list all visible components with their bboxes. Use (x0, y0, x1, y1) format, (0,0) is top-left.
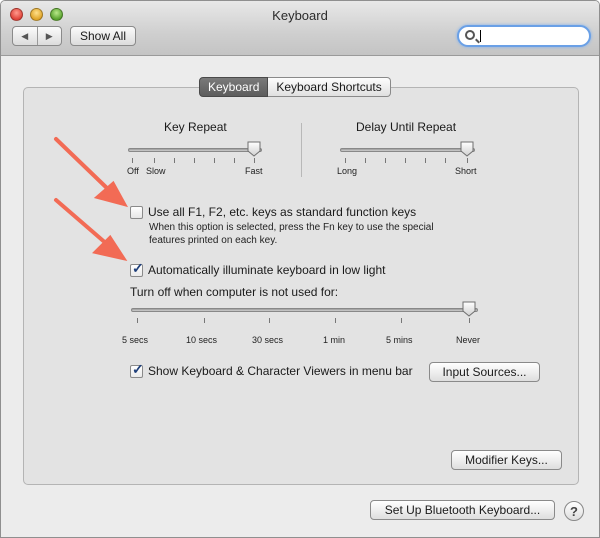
delay-until-repeat-title: Delay Until Repeat (356, 120, 457, 134)
key-repeat-slow-label: Slow (146, 166, 166, 176)
timeout-track (131, 308, 478, 312)
show-viewers-checkbox[interactable]: ✓ (130, 361, 144, 378)
tick (365, 158, 366, 163)
tick (425, 158, 426, 163)
function-keys-description: When this option is selected, press the … (149, 221, 434, 247)
window-title: Keyboard (272, 8, 328, 23)
bluetooth-keyboard-button[interactable]: Set Up Bluetooth Keyboard... (370, 500, 555, 520)
forward-arrow-icon[interactable]: ▶ (38, 27, 62, 45)
tick (385, 158, 386, 163)
tick (405, 158, 406, 163)
tick (345, 158, 346, 163)
description-line: features printed on each key. (149, 235, 278, 246)
illuminate-checkbox[interactable]: ✓ (130, 260, 144, 277)
tick (335, 318, 336, 323)
delay-long-label: Long (337, 166, 358, 176)
tick (467, 158, 468, 163)
key-repeat-thumb[interactable] (247, 141, 261, 157)
show-all-button[interactable]: Show All (70, 26, 136, 46)
checkmark-icon: ✓ (132, 361, 144, 377)
tick (194, 158, 195, 163)
tick (174, 158, 175, 163)
tick (269, 318, 270, 323)
function-keys-label[interactable]: Use all F1, F2, etc. keys as standard fu… (148, 205, 416, 219)
delay-track (340, 148, 475, 152)
search-icon (465, 30, 475, 40)
timeout-tick-label: 1 min (323, 335, 346, 345)
back-arrow-icon[interactable]: ◀ (13, 27, 38, 45)
tick (445, 158, 446, 163)
modifier-keys-button[interactable]: Modifier Keys... (451, 450, 562, 470)
tick (234, 158, 235, 163)
tick (154, 158, 155, 163)
input-sources-button[interactable]: Input Sources... (429, 362, 540, 382)
turn-off-label: Turn off when computer is not used for: (130, 285, 339, 299)
timeout-tick-label: Never (456, 335, 481, 345)
help-button[interactable]: ? (564, 501, 584, 521)
key-repeat-off-label: Off (127, 166, 139, 176)
keyboard-preferences-window: Keyboard ◀ ▶ Show All Keyboard Keyboard … (0, 0, 600, 538)
tick (204, 318, 205, 323)
tab-keyboard[interactable]: Keyboard (199, 77, 269, 97)
key-repeat-title: Key Repeat (164, 120, 227, 134)
description-line: When this option is selected, press the … (149, 222, 434, 233)
back-forward-control: ◀ ▶ (12, 26, 62, 46)
illuminate-label[interactable]: Automatically illuminate keyboard in low… (148, 263, 385, 277)
show-viewers-label[interactable]: Show Keyboard & Character Viewers in men… (148, 364, 413, 378)
delay-thumb[interactable] (460, 141, 474, 157)
tab-bar: Keyboard Keyboard Shortcuts (199, 77, 391, 97)
timeout-tick-label: 30 secs (252, 335, 284, 345)
delay-short-label: Short (455, 166, 477, 176)
tick (469, 318, 470, 323)
tick (254, 158, 255, 163)
section-divider (301, 123, 302, 177)
text-caret (480, 30, 481, 42)
key-repeat-fast-label: Fast (245, 166, 263, 176)
search-input[interactable] (457, 25, 591, 47)
tick (132, 158, 133, 163)
tick (137, 318, 138, 323)
timeout-thumb[interactable] (462, 301, 476, 317)
titlebar: Keyboard ◀ ▶ Show All (1, 1, 599, 56)
key-repeat-track (128, 148, 262, 152)
timeout-tick-label: 10 secs (186, 335, 218, 345)
timeout-tick-label: 5 mins (386, 335, 413, 345)
timeout-tick-label: 5 secs (122, 335, 149, 345)
checkmark-icon: ✓ (132, 260, 144, 276)
tick (214, 158, 215, 163)
tab-keyboard-shortcuts[interactable]: Keyboard Shortcuts (268, 77, 391, 97)
function-keys-checkbox[interactable] (130, 206, 143, 219)
tick (401, 318, 402, 323)
